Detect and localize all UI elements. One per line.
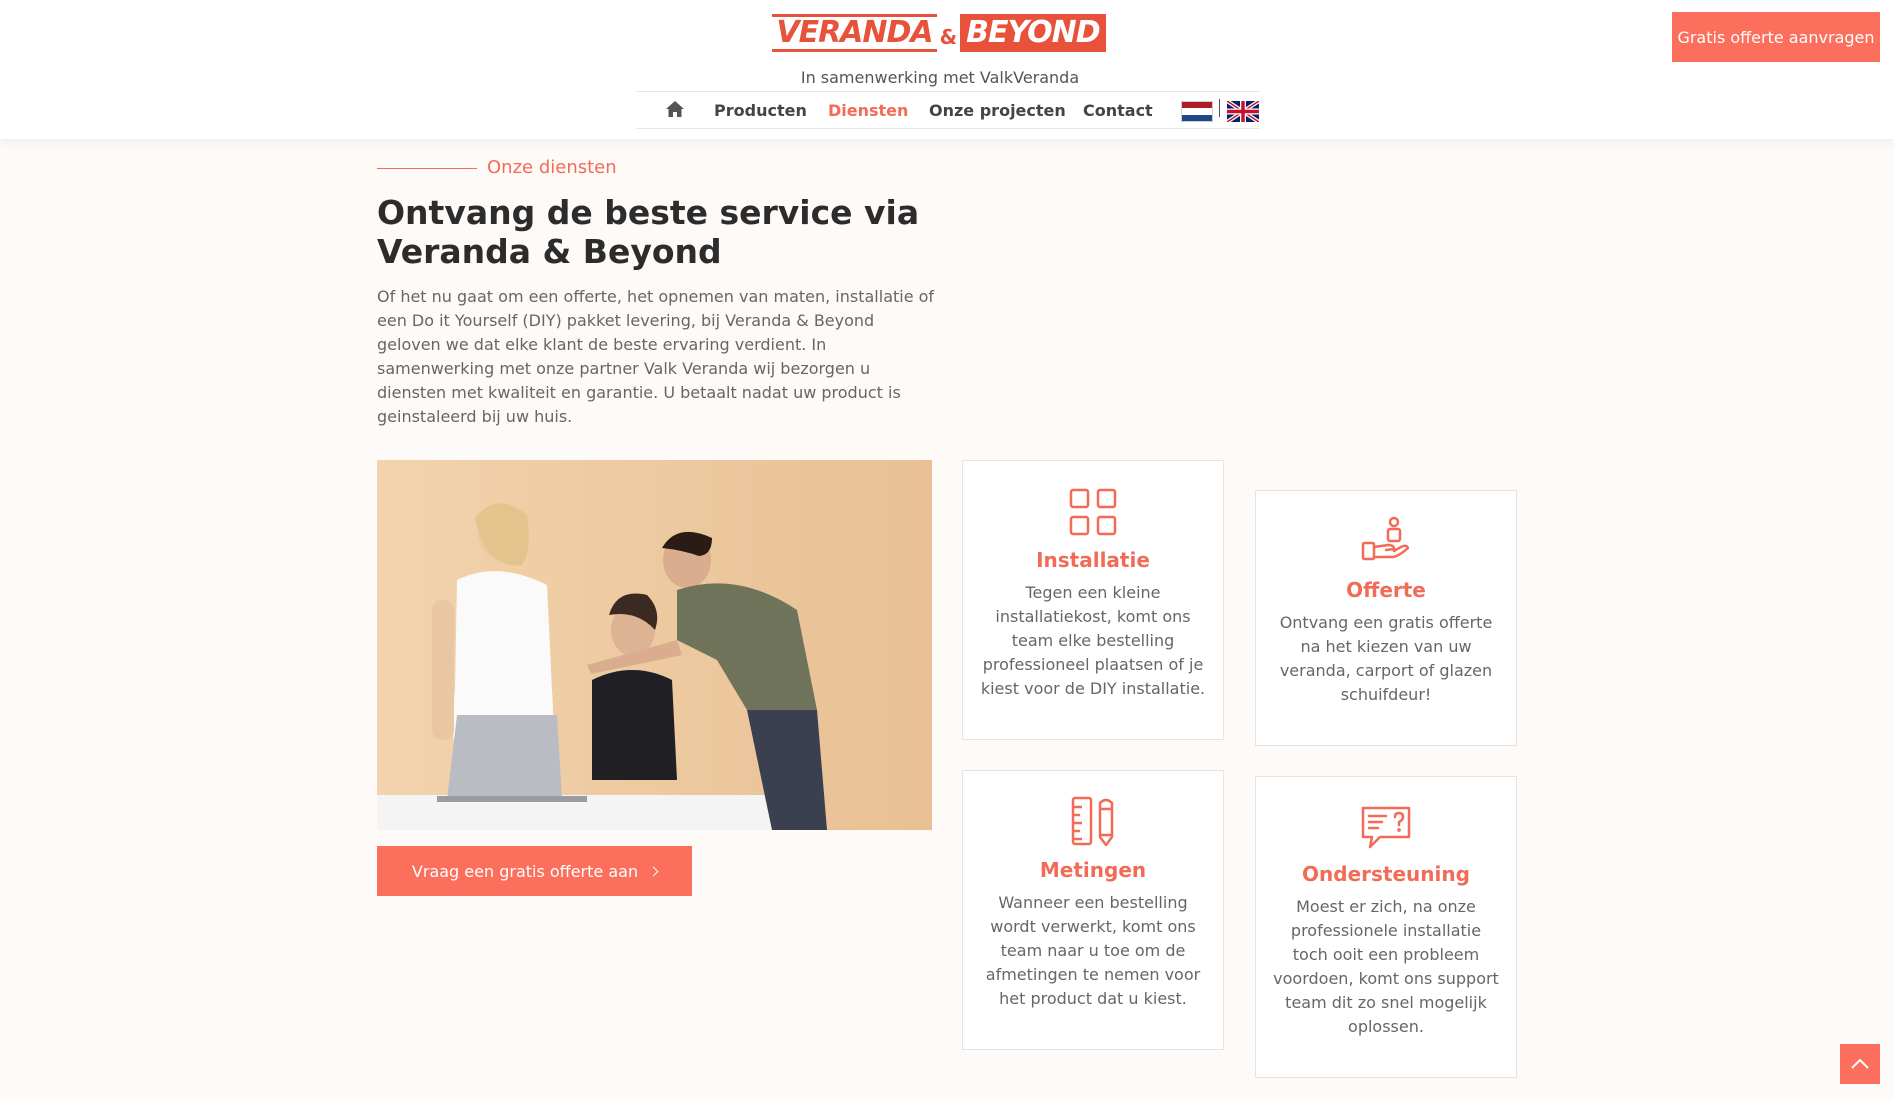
chat-question-icon: [1361, 806, 1411, 849]
uk-flag-icon[interactable]: [1227, 101, 1259, 122]
language-separator: [1219, 99, 1220, 117]
logo-text-right: BEYOND: [960, 14, 1106, 52]
logo-text-left: VERANDA: [772, 14, 937, 52]
section-intro: Of het nu gaat om een offerte, het opnem…: [377, 287, 935, 426]
section-title: Ontvang de beste service via Veranda & B…: [377, 193, 920, 271]
header-tagline: In samenwerking met ValkVeranda: [800, 68, 1080, 87]
service-title: Metingen: [1039, 858, 1147, 882]
nav-item-contact[interactable]: Contact: [1083, 101, 1153, 120]
service-title: Offerte: [1346, 578, 1426, 602]
service-text: Tegen een kleine installatiekost, komt o…: [980, 583, 1206, 698]
grid-icon: [1069, 488, 1117, 536]
request-quote-button[interactable]: Vraag een gratis offerte aan: [377, 846, 692, 896]
home-icon[interactable]: [665, 100, 685, 118]
service-title: Ondersteuning: [1302, 862, 1470, 886]
site-logo[interactable]: VERANDA & BEYOND: [772, 14, 1106, 52]
site-header: VERANDA & BEYOND In samenwerking met Val…: [0, 0, 1894, 139]
service-text: Ontvang een gratis offerte na het kiezen…: [1279, 613, 1493, 704]
nav-item-onze-projecten[interactable]: Onze projecten: [929, 101, 1066, 120]
main-nav: Producten Diensten Onze projecten Contac…: [636, 91, 1260, 129]
logo-ampersand: &: [939, 25, 958, 49]
service-card-metingen: Metingen Wanneer een bestelling wordt ve…: [962, 770, 1224, 1050]
free-quote-button[interactable]: Gratis offerte aanvragen: [1672, 12, 1880, 62]
nav-item-diensten[interactable]: Diensten: [828, 101, 908, 120]
nl-flag-icon[interactable]: [1181, 101, 1213, 122]
back-to-top-button[interactable]: [1840, 1044, 1880, 1084]
service-card-installatie: Installatie Tegen een kleine installatie…: [962, 460, 1224, 740]
nav-item-producten[interactable]: Producten: [714, 101, 807, 120]
service-text: Wanneer een bestelling wordt verwerkt, k…: [985, 893, 1201, 1008]
service-text: Moest er zich, na onze professionele ins…: [1273, 897, 1499, 1036]
request-quote-label: Vraag een gratis offerte aan: [411, 861, 639, 881]
section-eyebrow: Onze diensten: [487, 157, 617, 178]
service-card-offerte: Offerte Ontvang een gratis offerte na he…: [1255, 490, 1517, 746]
service-card-ondersteuning: Ondersteuning Moest er zich, na onze pro…: [1255, 776, 1517, 1078]
ruler-pencil-icon: [1071, 796, 1114, 847]
service-title: Installatie: [1036, 548, 1150, 572]
hand-offer-icon: [1361, 516, 1410, 561]
chevron-right-icon: [648, 866, 659, 876]
team-photo: [377, 460, 932, 830]
eyebrow-line: [377, 168, 477, 169]
chevron-up-icon: [1851, 1058, 1869, 1069]
